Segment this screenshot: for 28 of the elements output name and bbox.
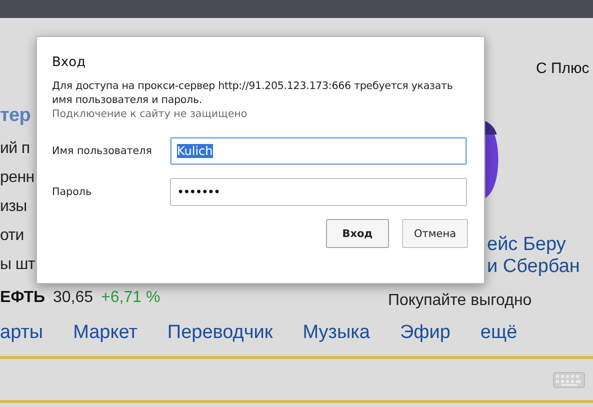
quote-value: 30,65: [53, 289, 94, 307]
service-link[interactable]: ещё: [480, 322, 518, 344]
cancel-button[interactable]: Отмена: [402, 219, 468, 248]
username-field[interactable]: Kulich: [170, 137, 467, 165]
quote-name: ЕФТЬ: [0, 289, 45, 307]
field-label: Имя пользователя: [52, 145, 153, 157]
news-headline[interactable]: ий п: [0, 138, 30, 167]
promo-title[interactable]: ейс Беру: [487, 234, 566, 256]
field-label: Пароль: [52, 186, 93, 198]
news-headline[interactable]: ренн: [0, 167, 34, 196]
quote-change: +6,71 %: [101, 289, 160, 307]
promo-title[interactable]: и Сбербан: [487, 256, 580, 278]
service-link[interactable]: Эфир: [400, 322, 450, 344]
service-link[interactable]: Музыка: [302, 322, 370, 344]
login-button[interactable]: Вход: [326, 219, 389, 248]
password-field[interactable]: •••••••: [170, 178, 467, 206]
header-link[interactable]: С Плюс: [536, 60, 590, 77]
service-link[interactable]: Маркет: [73, 322, 138, 344]
dialog-message: Для доступа на прокси-сервер http://91.205.123.173:666 требуется указать имя пользователя и пароль.: [52, 79, 454, 107]
keyboard-icon[interactable]: [553, 372, 585, 388]
news-headline[interactable]: оти: [0, 225, 24, 254]
service-link[interactable]: арты: [0, 322, 44, 344]
security-warning: Подключение к сайту не защищено: [52, 107, 248, 121]
news-headline[interactable]: изы: [0, 196, 27, 225]
service-link[interactable]: Переводчик: [167, 322, 273, 344]
news-headline[interactable]: ы шт: [0, 254, 35, 283]
dialog-title: Вход: [52, 55, 87, 70]
promo-caption: Покупайте выгодно: [388, 292, 532, 310]
